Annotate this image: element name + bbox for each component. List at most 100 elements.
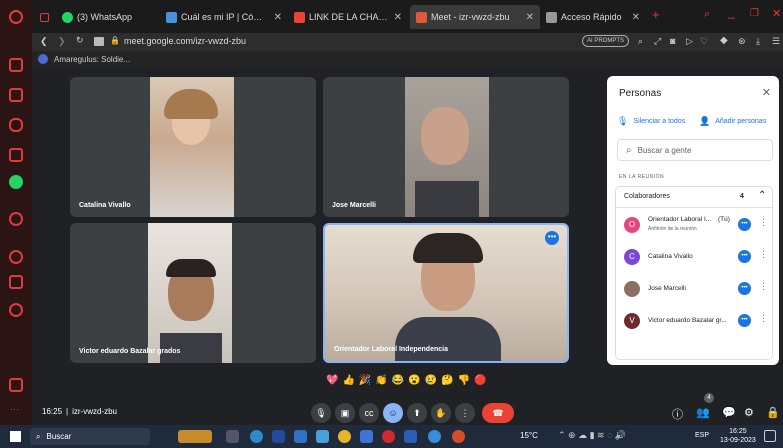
reaction-thumbs-down[interactable]: 👎 bbox=[458, 375, 470, 389]
task-view-icon[interactable] bbox=[226, 430, 239, 443]
mail-icon[interactable] bbox=[360, 430, 373, 443]
sidebar-aria-icon[interactable] bbox=[9, 58, 23, 72]
tab-whatsapp[interactable]: (3) WhatsApp bbox=[56, 5, 160, 29]
person-row[interactable]: Jose Marcelli ••• ⋮ bbox=[616, 277, 772, 307]
notification-icon[interactable] bbox=[764, 430, 776, 442]
sidebar-instagram-icon[interactable] bbox=[9, 148, 23, 162]
firefox-icon[interactable] bbox=[452, 430, 465, 443]
tab-list-icon[interactable] bbox=[32, 5, 56, 29]
close-panel-button[interactable]: ✕ bbox=[762, 86, 771, 99]
sidebar-player-icon[interactable] bbox=[9, 212, 23, 226]
bookmark-item[interactable]: Amaregulus: Soldie... bbox=[54, 55, 130, 64]
video-tile-orientador[interactable]: ••• Orientador Laboral Independencia bbox=[323, 223, 569, 363]
search-icon[interactable]: ⌕ bbox=[638, 36, 643, 47]
app-icon[interactable] bbox=[428, 430, 441, 443]
raise-hand-button[interactable]: ✋ bbox=[431, 403, 451, 423]
close-icon[interactable]: ✕ bbox=[526, 12, 534, 23]
camera-icon[interactable] bbox=[94, 37, 104, 46]
weather-temp[interactable]: 15°C bbox=[520, 431, 538, 440]
opera-taskbar-icon[interactable] bbox=[382, 430, 395, 443]
present-button[interactable]: ⬆ bbox=[407, 403, 427, 423]
vpn-icon[interactable]: ◆ bbox=[720, 35, 728, 46]
info-button[interactable]: ⓘ bbox=[672, 406, 683, 422]
search-people-input[interactable]: ⌕ Buscar a gente bbox=[617, 139, 773, 161]
store-icon[interactable] bbox=[316, 430, 329, 443]
clock[interactable]: 16:25 13-09-2023 bbox=[720, 427, 756, 445]
more-vert-icon[interactable]: ⋮ bbox=[759, 281, 768, 292]
more-vert-icon[interactable]: ⋮ bbox=[759, 249, 768, 260]
reaction-more[interactable]: 🔴 bbox=[474, 375, 486, 389]
share-icon[interactable]: ⤢ bbox=[654, 36, 661, 47]
news-widget-icon[interactable] bbox=[178, 430, 212, 443]
taskbar-search[interactable]: ⌕ Buscar bbox=[30, 428, 150, 445]
opera-logo-icon[interactable] bbox=[9, 10, 23, 24]
sidebar-extensions-icon[interactable] bbox=[9, 275, 23, 289]
sidebar-more-icon[interactable]: ··· bbox=[10, 404, 19, 414]
camera-button[interactable]: ▣ bbox=[335, 403, 355, 423]
word-icon[interactable] bbox=[404, 430, 417, 443]
minimize-button[interactable]: _ bbox=[728, 5, 735, 19]
reaction-thumbs-up[interactable]: 👍 bbox=[342, 375, 354, 389]
video-tile-jose[interactable]: Jose Marcelli bbox=[323, 77, 569, 217]
windows-start-icon[interactable] bbox=[10, 431, 21, 442]
close-icon[interactable]: ✕ bbox=[274, 12, 282, 23]
activities-button[interactable]: ⚙ bbox=[744, 406, 754, 419]
close-window-button[interactable]: ✕ bbox=[772, 7, 781, 20]
leave-call-button[interactable]: ☎ bbox=[482, 403, 514, 423]
chat-button[interactable]: 💬 bbox=[722, 406, 736, 419]
photoshop-icon[interactable] bbox=[272, 430, 285, 443]
person-row[interactable]: O Orientador Laboral I... (Tú) Anfitrión… bbox=[616, 213, 772, 243]
reload-button[interactable]: ↻ bbox=[76, 35, 84, 46]
person-row[interactable]: V Victor eduardo Bazalar gr... ••• ⋮ bbox=[616, 309, 772, 339]
forward-button[interactable]: ❯ bbox=[58, 36, 66, 47]
reaction-party[interactable]: 🎉 bbox=[359, 375, 371, 389]
lock-icon[interactable]: 🔒 bbox=[110, 36, 120, 45]
mic-button[interactable]: 🎙 bbox=[311, 403, 331, 423]
reaction-clap[interactable]: 👏 bbox=[375, 375, 387, 389]
ai-prompts-button[interactable]: AI PROMPTS bbox=[582, 35, 630, 47]
easy-setup-icon[interactable]: ☰ bbox=[772, 36, 780, 47]
host-controls-button[interactable]: 🔒 bbox=[766, 406, 780, 419]
sidebar-messenger-icon[interactable] bbox=[9, 118, 23, 132]
mute-all-button[interactable]: 🎙 Silenciar a todos bbox=[617, 116, 685, 127]
collapse-chevron-icon[interactable]: ⌃ bbox=[758, 190, 766, 201]
tab-ip[interactable]: Cuál es mi IP | Cómo saber ✕ bbox=[160, 5, 288, 29]
extensions-icon[interactable]: ⊛ bbox=[738, 36, 746, 47]
add-people-button[interactable]: 👤 Añadir personas bbox=[699, 116, 766, 127]
video-tile-victor[interactable]: Victor eduardo Bazalar grados bbox=[70, 223, 316, 363]
sidebar-settings-icon[interactable] bbox=[9, 303, 23, 317]
video-tile-catalina[interactable]: Catalina Vivallo bbox=[70, 77, 316, 217]
reaction-laugh[interactable]: 😂 bbox=[392, 375, 404, 389]
captions-button[interactable]: cc bbox=[359, 403, 379, 423]
person-row[interactable]: C Catalina Vivallo ••• ⋮ bbox=[616, 245, 772, 275]
sidebar-bookmark-icon[interactable] bbox=[9, 88, 23, 102]
sidebar-whatsapp-icon[interactable] bbox=[9, 175, 23, 189]
more-vert-icon[interactable]: ⋮ bbox=[759, 217, 768, 228]
tab-link-charla[interactable]: LINK DE LA CHARLA. - orie ✕ bbox=[288, 5, 408, 29]
sidebar-wallet-icon[interactable] bbox=[9, 378, 23, 392]
url-field[interactable]: meet.google.com/izr-vwzd-zbu bbox=[124, 36, 246, 46]
people-button[interactable]: 👥 bbox=[696, 406, 710, 419]
search-tabs-icon[interactable]: ⌕ bbox=[704, 8, 710, 21]
tab-acceso-rapido[interactable]: Acceso Rápido ✕ bbox=[540, 5, 646, 29]
send-icon[interactable]: ▷ bbox=[686, 36, 693, 47]
more-vert-icon[interactable]: ⋮ bbox=[759, 313, 768, 324]
edge-icon[interactable] bbox=[250, 430, 263, 443]
back-button[interactable]: ❮ bbox=[40, 36, 48, 47]
heart-icon[interactable]: ♡ bbox=[700, 36, 708, 47]
more-options-icon[interactable]: ••• bbox=[545, 231, 559, 245]
reaction-sad[interactable]: 😢 bbox=[425, 375, 437, 389]
reaction-surprised[interactable]: 😮 bbox=[408, 375, 420, 389]
close-icon[interactable]: ✕ bbox=[394, 12, 402, 23]
file-explorer-icon[interactable] bbox=[294, 430, 307, 443]
maximize-button[interactable]: ❐ bbox=[750, 8, 759, 19]
new-tab-button[interactable]: + bbox=[652, 7, 660, 22]
more-options-button[interactable]: ⋮ bbox=[455, 403, 475, 423]
reaction-heart[interactable]: 💖 bbox=[326, 375, 338, 389]
tab-meet[interactable]: Meet - izr-vwzd-zbu ✕ bbox=[410, 5, 540, 29]
language-indicator[interactable]: ESP bbox=[695, 432, 709, 439]
reactions-button[interactable]: ☺ bbox=[383, 403, 403, 423]
snapshot-icon[interactable]: ◙ bbox=[670, 36, 675, 46]
download-icon[interactable]: ⤓ bbox=[756, 36, 760, 47]
reaction-thinking[interactable]: 🤔 bbox=[441, 375, 453, 389]
